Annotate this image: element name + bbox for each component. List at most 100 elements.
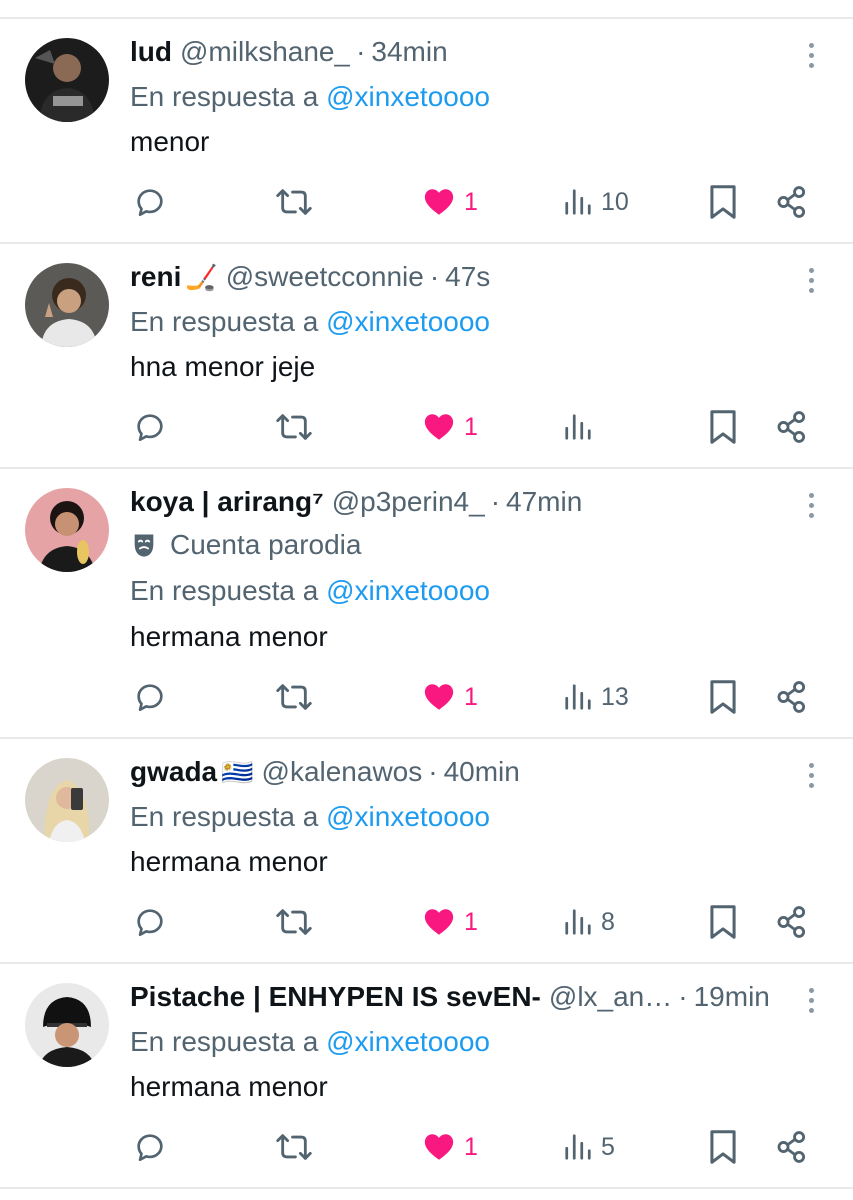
like-count: 1 [464,412,478,441]
like-button[interactable]: 1 [422,675,478,719]
reply-prefix: En respuesta a [130,801,319,832]
retweet-icon [276,684,312,710]
more-icon[interactable] [799,755,823,795]
separator-dot: · [428,756,438,787]
like-count: 1 [464,187,478,216]
divider [0,242,853,244]
user-handle[interactable]: @kalenawos [262,752,423,792]
parody-badge: Cuenta parodia [170,529,362,560]
avatar[interactable] [25,488,109,572]
action-bar: 1 10 [0,180,853,224]
retweet-icon [276,189,312,215]
share-button[interactable] [775,1125,809,1169]
display-name[interactable]: gwada [130,752,217,792]
bookmark-icon [710,680,736,714]
avatar[interactable] [25,758,109,842]
retweet-button[interactable] [275,1125,313,1169]
reply-mention[interactable]: @xinxetoooo [326,801,490,832]
display-name[interactable]: lud [130,32,172,72]
user-handle[interactable]: @lx_an… [549,977,672,1017]
more-icon[interactable] [799,485,823,525]
more-icon[interactable] [799,260,823,300]
reply-mention[interactable]: @xinxetoooo [326,575,490,606]
like-button[interactable]: 1 [422,900,478,944]
heart-icon [424,414,454,440]
more-icon[interactable] [799,35,823,75]
reply-context: En respuesta a @xinxetoooo [130,1022,813,1062]
like-count: 1 [464,1132,478,1161]
retweet-button[interactable] [275,675,313,719]
bookmark-icon [710,905,736,939]
more-icon[interactable] [799,980,823,1020]
views-icon [565,189,591,215]
share-button[interactable] [775,405,809,449]
bookmark-button[interactable] [707,675,739,719]
reply-mention[interactable]: @xinxetoooo [326,306,490,337]
display-name[interactable]: reni [130,257,181,297]
divider [0,1187,853,1189]
timestamp[interactable]: 19min [694,977,770,1017]
reply-button[interactable] [133,405,167,449]
timestamp[interactable]: 34min [371,32,447,72]
retweet-icon [276,1134,312,1160]
bookmark-button[interactable] [707,180,739,224]
bookmark-button[interactable] [707,900,739,944]
avatar[interactable] [25,38,109,122]
views-button[interactable]: 13 [563,675,629,719]
user-handle[interactable]: @milkshane_ [180,32,350,72]
action-bar: 1 13 [0,675,853,719]
share-icon [777,906,806,938]
divider [0,962,853,964]
display-name[interactable]: Pistache | ENHYPEN IS sevEN- [130,977,541,1017]
reply-mention[interactable]: @xinxetoooo [326,1026,490,1057]
user-handle[interactable]: @p3perin4_ [332,482,485,522]
reply-button[interactable] [133,900,167,944]
timestamp[interactable]: 47s [445,257,490,297]
divider [0,467,853,469]
views-button[interactable]: 10 [563,180,629,224]
reply-icon [137,684,163,712]
views-button[interactable]: 8 [563,900,615,944]
name-emoji: 🏒 [185,262,218,292]
user-handle[interactable]: @sweetcconnie [226,257,424,297]
like-button[interactable]: 1 [422,180,478,224]
share-button[interactable] [775,675,809,719]
share-button[interactable] [775,900,809,944]
retweet-button[interactable] [275,900,313,944]
bookmark-button[interactable] [707,1125,739,1169]
share-button[interactable] [775,180,809,224]
theater-mask-icon [134,534,154,557]
tweet-text: hermana menor [130,1071,328,1102]
views-icon [565,414,591,440]
display-name[interactable]: koya | arirang⁷ [130,482,324,522]
timestamp[interactable]: 47min [506,482,582,522]
tweet-text: hermana menor [130,621,328,652]
reply-icon [137,189,163,217]
share-icon [777,1131,806,1163]
divider [0,17,853,19]
avatar[interactable] [25,983,109,1067]
views-button[interactable]: 5 [563,1125,615,1169]
views-button[interactable] [563,405,601,449]
heart-icon [424,1134,454,1160]
reply-button[interactable] [133,1125,167,1169]
like-button[interactable]: 1 [422,405,478,449]
views-icon [565,684,591,710]
bookmark-button[interactable] [707,405,739,449]
like-count: 1 [464,907,478,936]
reply-prefix: En respuesta a [130,81,319,112]
reply-icon [137,909,163,937]
retweet-button[interactable] [275,405,313,449]
avatar[interactable] [25,263,109,347]
reply-prefix: En respuesta a [130,575,319,606]
like-button[interactable]: 1 [422,1125,478,1169]
retweet-button[interactable] [275,180,313,224]
reply-button[interactable] [133,675,167,719]
timestamp[interactable]: 40min [444,752,520,792]
views-icon [565,909,591,935]
reply-mention[interactable]: @xinxetoooo [326,81,490,112]
views-icon [565,1134,591,1160]
bookmark-icon [710,1130,736,1164]
reply-button[interactable] [133,180,167,224]
separator-dot: · [429,261,440,292]
